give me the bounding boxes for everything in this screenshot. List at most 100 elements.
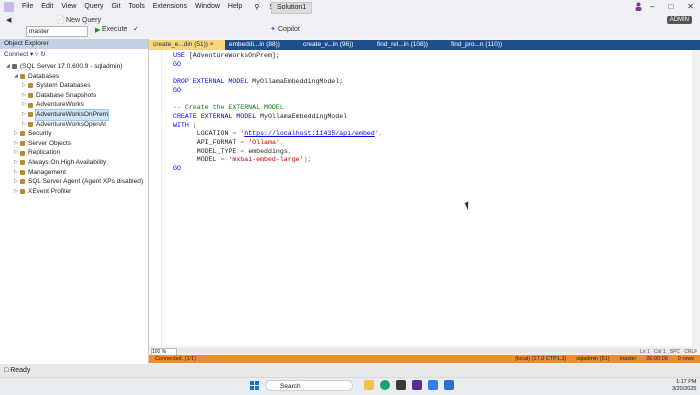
tree-item[interactable]: ▷ Management [6,168,143,178]
folder-icon [28,93,33,99]
tab-create-external-model[interactable]: create_e...din (51)) × [149,40,225,50]
tree-item-label: System Databases [36,82,91,90]
database-select[interactable]: master [26,26,88,37]
tree-item[interactable]: ▷ Replication [6,148,143,158]
menu-bar: File Edit View Query Git Tools Extension… [18,3,300,11]
tab-find-related[interactable]: find_rel...in (108)) [373,40,447,50]
taskbar-search[interactable]: Search [265,380,353,391]
elapsed-time: 00:00:00 [646,356,668,362]
row-count: 0 rows [677,356,694,362]
tree-item[interactable]: ◢ Databases [6,72,143,82]
object-explorer-toolbar: Connect ▾ ▿ ↻ [0,50,148,60]
tree-item[interactable]: ▷ XEvent Profiler [6,187,143,197]
close-icon[interactable]: ✕ [687,2,694,11]
tree-item[interactable]: ▷ Database Snapshots [6,91,143,101]
admin-badge: ADMIN [666,16,692,24]
toolbar: ◀ 📄 New Query ▶ Execute ✓ ✦ Copilot [0,14,700,38]
object-explorer-tree: ◢ (SQL Server 17.0.600.9 - sqladmin) ◢ Data… [6,62,143,196]
execute-icon: ▶ [95,27,101,34]
minimize-icon[interactable]: – [650,2,654,11]
menu-file[interactable]: File [18,3,37,11]
tree-item-label: Database Snapshots [36,91,97,99]
tree-item-label: Security [28,130,52,138]
database-icon [28,102,33,108]
vscode-icon[interactable] [428,380,438,390]
code-line: GO [173,165,383,174]
close-tab-icon[interactable]: × [210,41,214,48]
editor-gutter [149,50,162,346]
code-token: https://localhost:11435/api/embed [244,130,375,138]
system-clock[interactable]: 1:17 PM 3/20/2025 [672,379,696,392]
sql-code[interactable]: USE [AdventureWorksOnPrem]; GO DROP EXTERN… [173,52,383,174]
maximize-icon[interactable]: □ [668,2,673,11]
code-token: [AdventureWorksOnPrem]; [188,52,280,59]
code-token: CREATE EXTERNAL MODEL [173,112,261,120]
tree-item[interactable]: ▷ Security [6,129,143,139]
menu-git[interactable]: Git [107,3,124,11]
refresh-icon[interactable]: ↻ [40,51,45,58]
user-icon[interactable] [635,2,642,11]
menu-help[interactable]: Help [224,3,246,11]
edge-icon[interactable] [380,380,390,390]
menu-tools[interactable]: Tools [124,3,148,11]
horizontal-scrollbar[interactable] [178,348,692,354]
back-icon[interactable]: ◀ [6,16,11,24]
folder-icon [20,141,25,147]
tab-create-vector[interactable]: create_v...in (96)) [299,40,373,50]
menu-window[interactable]: Window [191,3,224,11]
code-line: GO [173,87,383,96]
code-token: , [378,130,383,138]
execute-button[interactable]: Execute [102,26,127,33]
tree-item[interactable]: ▷ System Databases [6,81,143,91]
file-explorer-icon[interactable] [364,380,374,390]
windows-start-icon[interactable] [250,381,259,390]
copilot-button[interactable]: Copilot [278,26,300,33]
folder-icon [20,150,25,156]
code-line: MODEL_TYPE = embeddings, [173,148,383,157]
code-line: USE [AdventureWorksOnPrem]; [173,52,383,61]
server-icon [12,64,17,70]
tree-item[interactable]: ▷ Always On High Availability [6,158,143,168]
status-text: Ready [10,367,31,374]
parse-icon[interactable]: ✓ [133,25,139,33]
code-line: LOCATION = 'https://localhost:11435/api/… [173,130,383,139]
tab-find-products[interactable]: find_pro...n (110)) [447,40,521,50]
tree-item[interactable]: ▷ AdventureWorksOpenAI [6,120,143,130]
calculator-icon[interactable] [444,380,454,390]
menu-query[interactable]: Query [80,3,107,11]
ssms-taskbar-icon[interactable] [412,380,422,390]
ssms-app-icon [4,2,14,12]
code-token: GO [173,164,181,172]
connect-button[interactable]: Connect [4,51,28,58]
connect-dropdown-icon[interactable]: ▾ [30,51,33,58]
menu-extensions[interactable]: Extensions [149,3,191,11]
terminal-icon[interactable] [396,380,406,390]
tree-item-label: AdventureWorksOpenAI [36,120,106,128]
code-line: MODEL = 'mxbai-embed-large'); [173,156,383,165]
document-tabs: create_e...din (51)) × embeddi...in (88)… [149,40,700,50]
filter-icon[interactable]: ▿ [35,51,38,58]
menu-edit[interactable]: Edit [37,3,57,11]
tree-item-label: Databases [28,72,60,80]
code-line: -- Create the EXTERNAL MODEL [173,104,383,113]
tree-item[interactable]: ▷ SQL Server Agent (Agent XPs disabled) [6,177,143,187]
code-line: DROP EXTERNAL MODEL MyOllamaEmbeddingMod… [173,78,383,87]
tab-label: find_rel...in (108)) [377,41,428,48]
tree-item[interactable]: ▷ AdventureWorks [6,100,143,110]
tree-item[interactable]: ▷ Server Objects [6,139,143,149]
code-line: CREATE EXTERNAL MODEL MyOllamaEmbeddingM… [173,113,383,122]
menu-view[interactable]: View [57,3,80,11]
code-token: -- Create the EXTERNAL MODEL [173,104,284,112]
tab-embeddings[interactable]: embeddi...in (88)) [225,40,299,50]
server-info: (local) (17.0 CTP1.3) [515,356,567,362]
code-token: , [279,138,284,146]
vertical-scrollbar[interactable] [692,50,700,346]
new-query-button[interactable]: New Query [66,17,101,24]
code-line: GO [173,61,383,70]
tree-item[interactable]: ▷ AdventureWorksOnPrem [6,109,143,121]
tree-item[interactable]: ◢ (SQL Server 17.0.600.9 - sqladmin) [6,62,143,72]
code-token: API_FORMAT [173,138,241,146]
new-query-icon: 📄 [56,17,65,24]
